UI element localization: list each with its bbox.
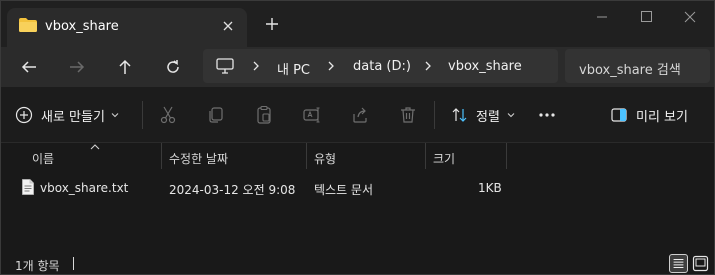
status-bar: 1개 항목 [1, 253, 714, 275]
preview-pane-button[interactable]: 미리 보기 [611, 105, 688, 125]
preview-pane-label: 미리 보기 [636, 109, 688, 125]
more-options-icon[interactable] [537, 105, 557, 125]
new-button[interactable]: 새로 만들기 [15, 104, 120, 126]
back-arrow-icon[interactable] [17, 55, 41, 79]
cut-icon[interactable] [158, 105, 178, 125]
share-icon[interactable] [350, 105, 370, 125]
file-type: 텍스트 문서 [314, 183, 374, 197]
text-file-icon [22, 179, 34, 195]
sort-ascending-caret-icon [90, 144, 100, 150]
column-size[interactable]: 크기 [433, 143, 455, 169]
address-bar[interactable]: 내 PC data (D:) vbox_share [203, 49, 558, 83]
item-count: 1개 항목 [15, 259, 60, 273]
column-divider[interactable] [161, 143, 162, 169]
large-icons-view-icon[interactable] [691, 254, 710, 273]
command-bar: 새로 만들기 정렬 미리 보기 [1, 87, 714, 143]
status-separator [73, 257, 74, 270]
breadcrumb-vbox-share[interactable]: vbox_share [448, 59, 522, 74]
maximize-icon[interactable] [623, 1, 669, 33]
search-placeholder[interactable]: vbox_share 검색 [579, 59, 681, 78]
forward-arrow-icon[interactable] [65, 55, 89, 79]
folder-icon [19, 18, 37, 32]
close-icon[interactable] [667, 1, 713, 33]
sort-icon [452, 108, 467, 122]
minimize-icon[interactable] [579, 1, 625, 33]
table-row[interactable]: vbox_share.txt 2024-03-12 오전 9:08 텍스트 문서… [1, 175, 714, 201]
close-tab-icon[interactable] [220, 18, 236, 34]
tab-vbox-share[interactable]: vbox_share [7, 8, 247, 47]
chevron-down-icon [507, 113, 515, 118]
sort-button[interactable]: 정렬 [451, 105, 516, 125]
chevron-right-icon[interactable] [250, 59, 262, 73]
plus-circle-icon [15, 106, 33, 124]
tab-title: vbox_share [45, 19, 119, 34]
column-header-row: 이름 수정한 날짜 유형 크기 [1, 143, 714, 169]
column-divider[interactable] [306, 143, 307, 169]
file-modified: 2024-03-12 오전 9:08 [169, 183, 296, 197]
divider [434, 101, 435, 129]
refresh-icon[interactable] [161, 55, 185, 79]
divider [142, 101, 143, 129]
new-tab-icon[interactable] [263, 15, 281, 33]
sort-button-label: 정렬 [476, 109, 500, 125]
file-size: 1KB [478, 181, 502, 195]
paste-icon[interactable] [254, 105, 274, 125]
column-type[interactable]: 유형 [314, 143, 336, 169]
preview-pane-icon [611, 108, 627, 122]
this-pc-icon [216, 58, 234, 74]
column-divider[interactable] [506, 143, 507, 169]
column-modified[interactable]: 수정한 날짜 [169, 143, 228, 169]
title-bar: vbox_share [1, 1, 714, 47]
breadcrumb-this-pc[interactable]: 내 PC [277, 59, 310, 78]
chevron-down-icon [111, 113, 119, 118]
delete-icon[interactable] [398, 105, 418, 125]
new-button-label: 새로 만들기 [41, 109, 105, 125]
breadcrumb-data-drive[interactable]: data (D:) [353, 59, 411, 74]
search-box[interactable]: vbox_share 검색 [565, 49, 710, 83]
file-name: vbox_share.txt [40, 181, 129, 195]
column-name[interactable]: 이름 [32, 143, 54, 169]
up-arrow-icon[interactable] [113, 55, 137, 79]
chevron-right-icon[interactable] [422, 59, 434, 73]
column-divider[interactable] [425, 143, 426, 169]
rename-icon[interactable] [302, 105, 322, 125]
navigation-bar: 내 PC data (D:) vbox_share vbox_share 검색 [1, 47, 714, 87]
copy-icon[interactable] [206, 105, 226, 125]
chevron-right-icon[interactable] [325, 59, 337, 73]
file-explorer-window: vbox_share 내 PC data (D:) vbox_share vbo… [0, 0, 715, 275]
details-view-icon[interactable] [669, 254, 688, 273]
